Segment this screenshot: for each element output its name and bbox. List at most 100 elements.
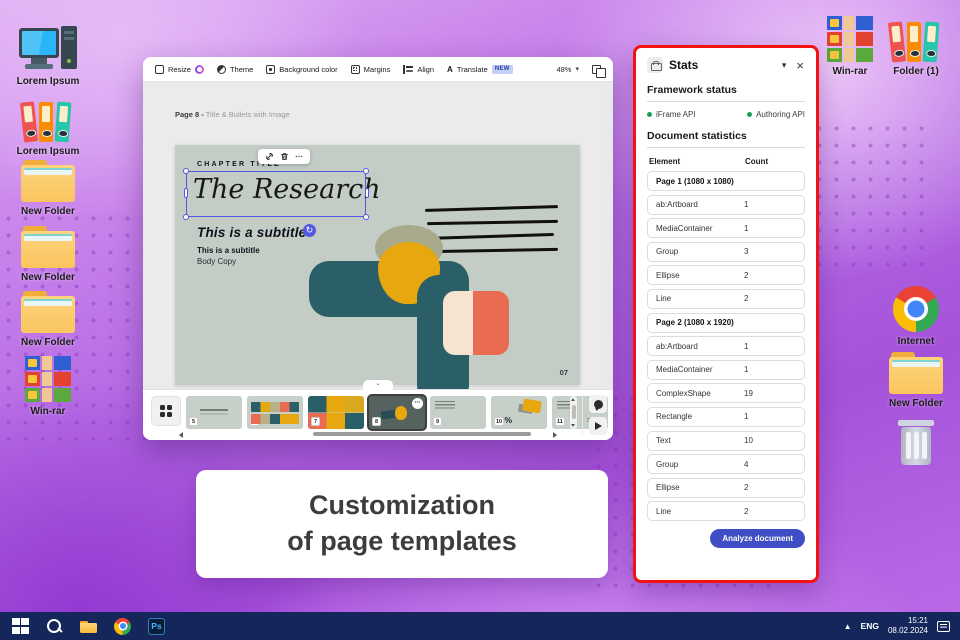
analyze-document-button[interactable]: Analyze document (710, 528, 805, 548)
thumbnail-strip: ⌄ 5 6 7 ⋯ 8 9 53% 10 11 (143, 380, 613, 440)
desktop-icon-label: New Folder (21, 272, 75, 283)
clock[interactable]: 15:21 08.02.2024 (888, 616, 928, 636)
taskbar-chrome-icon[interactable] (114, 617, 131, 635)
table-row-page-header: Page 2 (1080 x 1920) (647, 312, 805, 333)
background-color-label: Background color (279, 64, 338, 74)
desktop-icon-new-folder[interactable]: New Folder (6, 226, 90, 283)
thumbnail-page-7[interactable]: 7 (308, 396, 364, 429)
scroll-right-icon[interactable] (553, 432, 557, 438)
thumbnail-page-6[interactable]: 6 (247, 396, 303, 429)
table-row: Group 3 (647, 241, 805, 262)
collapse-panel-icon[interactable]: ▾ (779, 60, 790, 71)
rotate-icon[interactable]: ↻ (303, 224, 316, 237)
desktop-icon-new-folder[interactable]: New Folder (6, 160, 90, 217)
file-explorer-icon[interactable] (80, 618, 97, 635)
body-copy-text[interactable]: Body Copy (197, 257, 236, 266)
thumbnail-page-10[interactable]: 53% 10 (491, 396, 547, 429)
selection-handle[interactable] (183, 188, 188, 198)
folder-icon (21, 226, 75, 268)
thumbnail-page-9[interactable]: 9 (430, 396, 486, 429)
resize-icon (155, 64, 164, 74)
present-button[interactable] (589, 417, 607, 435)
selection-handle[interactable] (183, 214, 189, 220)
framework-status-heading: Framework status (647, 84, 737, 96)
desktop-icon-computer[interactable]: Lorem Ipsum (6, 26, 90, 87)
subtitle-small-text[interactable]: This is a subtitle (197, 246, 260, 255)
desktop-icon-winrar[interactable]: Win-rar (6, 356, 90, 417)
table-row: MediaContainer 1 (647, 359, 805, 380)
folder-icon (889, 352, 943, 394)
more-options-icon[interactable]: ⋯ (295, 152, 303, 160)
desktop-icon-new-folder[interactable]: New Folder (874, 352, 958, 409)
table-row: ab:Artboard 1 (647, 194, 805, 215)
subtitle-text[interactable]: This is a subtitle (197, 225, 306, 240)
translate-button[interactable]: A Translate NEW (447, 64, 513, 74)
comments-button[interactable] (589, 395, 607, 413)
background-color-button[interactable]: Background color (266, 64, 338, 74)
start-button[interactable] (12, 617, 29, 635)
margins-button[interactable]: Margins (350, 64, 390, 74)
play-icon (594, 422, 602, 430)
thumbnail-page-8-selected[interactable]: ⋯ 8 (369, 396, 425, 429)
desktop-icon-internet[interactable]: Internet (874, 286, 958, 347)
slide-line-shape[interactable] (427, 247, 559, 254)
binders-icon (887, 18, 942, 63)
vertical-scrollbar[interactable] (570, 396, 577, 429)
selection-box[interactable]: The Research (183, 168, 381, 220)
strip-collapse-button[interactable]: ⌄ (363, 380, 393, 390)
selection-handle[interactable] (363, 214, 369, 220)
photoshop-icon[interactable]: Ps (148, 617, 165, 635)
desktop-icon-label: Folder (1) (893, 66, 939, 77)
slide-title-text[interactable]: The Research (193, 174, 381, 205)
selection-handle[interactable] (363, 168, 369, 174)
trash-icon[interactable] (280, 152, 289, 161)
panel-title: Stats (669, 58, 699, 72)
language-indicator[interactable]: ENG (861, 621, 879, 631)
link-icon[interactable] (265, 152, 274, 161)
horizontal-scrollbar[interactable] (313, 432, 531, 436)
desktop-icon-folder-1[interactable]: Folder (1) (874, 18, 958, 77)
addon-icon (647, 57, 663, 73)
folder-icon (21, 291, 75, 333)
desktop-icon-label: Win-rar (832, 66, 868, 77)
theme-button[interactable]: Theme (216, 64, 253, 74)
selection-handle[interactable] (183, 168, 189, 174)
theme-icon (216, 64, 226, 74)
editor-canvas: Page 8 - Title & Bullets with Image CHAP… (143, 82, 613, 389)
desktop-icon-trash[interactable] (874, 420, 958, 466)
selection-handle[interactable] (364, 188, 369, 198)
editor-window: Resize Theme Background color Margins Al… (143, 57, 613, 440)
translate-icon: A (447, 64, 453, 74)
align-button[interactable]: Align (403, 64, 434, 74)
thumbnail-page-5[interactable]: 5 (186, 396, 242, 429)
slide[interactable]: CHAPTER TITLE The Research ⋯ This is a s… (175, 145, 580, 389)
slide-line-shape[interactable] (423, 232, 555, 241)
translate-label: Translate (456, 64, 488, 74)
chrome-icon (893, 286, 939, 332)
resize-button[interactable]: Resize (155, 64, 204, 74)
grid-view-button[interactable] (151, 396, 181, 426)
template-name-label: Title & Bullets with Image (205, 110, 290, 119)
divider (647, 101, 805, 102)
pages-icon (592, 64, 606, 78)
document-statistics-heading: Document statistics (647, 130, 747, 142)
table-row: ab:Artboard 1 (647, 336, 805, 357)
scroll-left-icon[interactable] (179, 432, 183, 438)
desktop-icon-binders[interactable]: Lorem Ipsum (6, 98, 90, 157)
chevron-down-icon: ▾ (575, 66, 579, 73)
stats-panel: Stats ▾ × Framework status iFrame API Au… (633, 45, 819, 583)
split-card-shape[interactable] (443, 291, 509, 355)
winrar-icon (827, 16, 873, 62)
zoom-control[interactable]: 48% ▾ (556, 65, 579, 74)
close-icon[interactable]: × (795, 59, 805, 72)
pages-view-button[interactable] (592, 64, 606, 78)
desktop-icon-label: Lorem Ipsum (16, 76, 80, 87)
thumbnail-more-icon[interactable]: ⋯ (412, 398, 423, 409)
notification-icon[interactable] (937, 620, 950, 632)
tray-expand-icon[interactable]: ▲ (844, 622, 852, 631)
desktop-icon-new-folder[interactable]: New Folder (6, 291, 90, 348)
taskbar-search-icon[interactable] (46, 618, 63, 635)
slide-line-shape[interactable] (426, 219, 559, 226)
table-row: Ellipse 2 (647, 477, 805, 498)
slide-line-shape[interactable] (424, 205, 559, 213)
